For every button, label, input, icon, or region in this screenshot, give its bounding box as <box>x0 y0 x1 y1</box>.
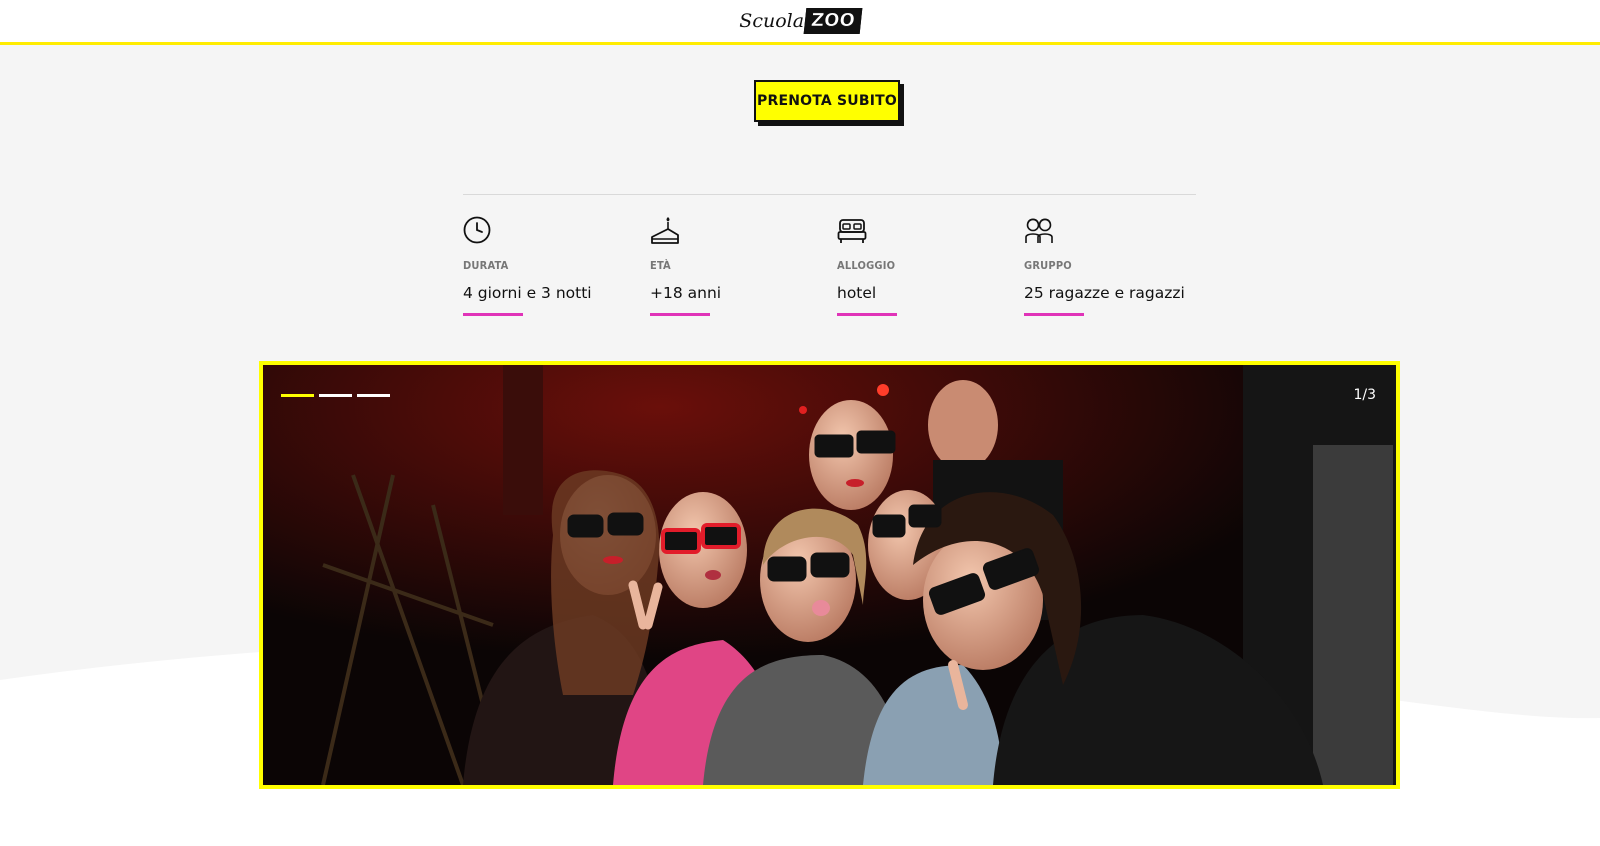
slide-indicator-1[interactable] <box>281 394 314 397</box>
accommodation-underline <box>837 313 897 316</box>
duration-label: DURATA <box>463 259 509 272</box>
duration-underline <box>463 313 523 316</box>
party-photo <box>263 365 1396 785</box>
age-label: ETÀ <box>650 259 671 272</box>
logo-text-scuola: Scuola <box>739 10 805 32</box>
group-label: GRUPPO <box>1024 259 1072 272</box>
slide-indicator-2[interactable] <box>319 394 352 397</box>
book-now-button[interactable]: PRENOTA SUBITO <box>754 80 900 122</box>
info-accommodation: ALLOGGIO hotel <box>837 215 1023 316</box>
bed-icon <box>837 219 867 243</box>
cake-icon <box>651 217 679 244</box>
info-divider <box>463 194 1196 195</box>
info-duration: DURATA 4 giorni e 3 notti <box>463 215 649 316</box>
clock-icon <box>463 216 491 244</box>
site-header: Scuola ZOO <box>0 0 1600 45</box>
slide-counter: 1/3 <box>1353 387 1376 403</box>
slide-progress <box>281 394 390 397</box>
age-value: +18 anni <box>650 284 722 302</box>
logo-text-zoo: ZOO <box>803 8 863 34</box>
age-underline <box>650 313 710 316</box>
group-value: 25 ragazze e ragazzi <box>1024 284 1185 302</box>
group-underline <box>1024 313 1084 316</box>
trip-info: DURATA 4 giorni e 3 notti ETÀ +18 anni A… <box>463 215 1223 325</box>
duration-value: 4 giorni e 3 notti <box>463 284 592 302</box>
info-group: GRUPPO 25 ragazze e ragazzi <box>1024 215 1210 316</box>
page: Scuola ZOO PRENOTA SUBITO DURATA 4 giorn… <box>0 0 1600 846</box>
accommodation-label: ALLOGGIO <box>837 259 896 272</box>
info-age: ETÀ +18 anni <box>650 215 836 316</box>
slide-indicator-3[interactable] <box>357 394 390 397</box>
accommodation-value: hotel <box>837 284 877 302</box>
photo-gallery[interactable]: 1/3 <box>259 361 1400 789</box>
group-icon <box>1025 218 1053 243</box>
scuolazoo-logo[interactable]: Scuola ZOO <box>739 8 863 34</box>
